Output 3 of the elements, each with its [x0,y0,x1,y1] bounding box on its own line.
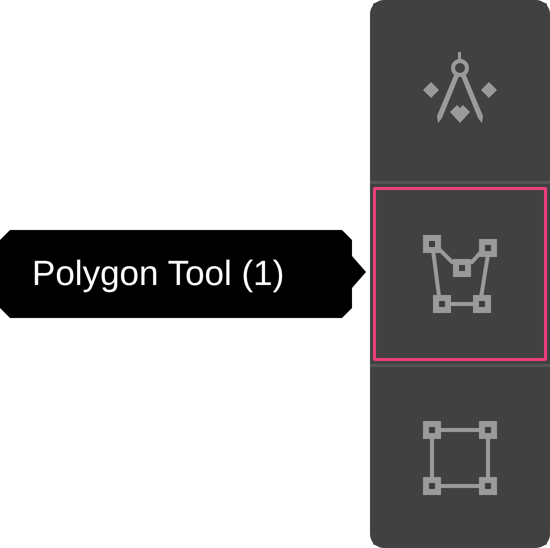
tooltip: Polygon Tool (1) [0,230,366,318]
tool-button[interactable] [373,186,547,362]
polygon-icon [420,234,500,314]
